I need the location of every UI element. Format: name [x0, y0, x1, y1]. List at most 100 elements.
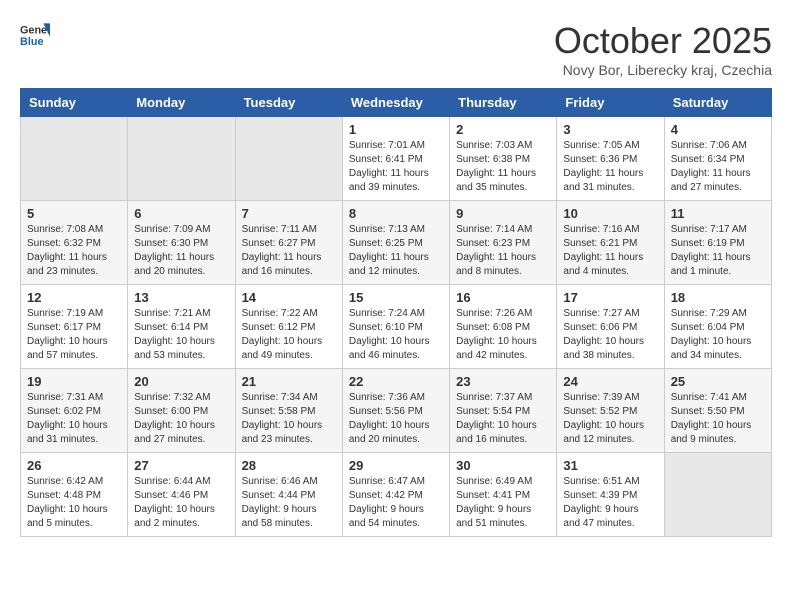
day-info: Sunrise: 7:31 AM Sunset: 6:02 PM Dayligh…: [27, 391, 121, 447]
logo: General Blue: [20, 20, 50, 50]
day-number: 27: [134, 458, 228, 473]
day-info: Sunrise: 7:11 AM Sunset: 6:27 PM Dayligh…: [242, 223, 336, 279]
day-header-friday: Friday: [557, 89, 664, 117]
day-info: Sunrise: 7:24 AM Sunset: 6:10 PM Dayligh…: [349, 307, 443, 363]
day-info: Sunrise: 7:27 AM Sunset: 6:06 PM Dayligh…: [563, 307, 657, 363]
day-info: Sunrise: 7:21 AM Sunset: 6:14 PM Dayligh…: [134, 307, 228, 363]
calendar-week-row: 1Sunrise: 7:01 AM Sunset: 6:41 PM Daylig…: [21, 117, 772, 201]
calendar-cell: 21Sunrise: 7:34 AM Sunset: 5:58 PM Dayli…: [235, 369, 342, 453]
calendar-cell: 19 Sunrise: 7:31 AM Sunset: 6:02 PM Dayli…: [21, 369, 128, 453]
day-info: Sunrise: 7:34 AM Sunset: 5:58 PM Dayligh…: [242, 391, 336, 447]
day-number: 5: [27, 206, 121, 221]
day-number: 19: [27, 374, 121, 389]
day-info: Sunrise: 7:19 AM Sunset: 6:17 PM Dayligh…: [27, 307, 121, 363]
calendar-cell: 12 Sunrise: 7:19 AM Sunset: 6:17 PM Dayli…: [21, 285, 128, 369]
day-info: Sunrise: 7:29 AM Sunset: 6:04 PM Dayligh…: [671, 307, 765, 363]
day-info: Sunrise: 6:47 AM Sunset: 4:42 PM Dayligh…: [349, 475, 443, 531]
calendar-cell: 23 Sunrise: 7:37 AM Sunset: 5:54 PM Dayli…: [450, 369, 557, 453]
day-number: 12: [27, 290, 121, 305]
calendar-cell: 2 Sunrise: 7:03 AM Sunset: 6:38 PM Daylig…: [450, 117, 557, 201]
day-number: 8: [349, 206, 443, 221]
day-number: 4: [671, 122, 765, 137]
day-header-monday: Monday: [128, 89, 235, 117]
calendar-cell: 31 Sunrise: 6:51 AM Sunset: 4:39 PM Dayli…: [557, 453, 664, 537]
day-number: 18: [671, 290, 765, 305]
day-number: 31: [563, 458, 657, 473]
day-info: Sunrise: 7:03 AM Sunset: 6:38 PM Dayligh…: [456, 139, 550, 195]
calendar-week-row: 26 Sunrise: 6:42 AM Sunset: 4:48 PM Dayli…: [21, 453, 772, 537]
day-number: 14: [242, 290, 336, 305]
day-info: Sunrise: 7:39 AM Sunset: 5:52 PM Dayligh…: [563, 391, 657, 447]
calendar-cell: 18 Sunrise: 7:29 AM Sunset: 6:04 PM Dayli…: [664, 285, 771, 369]
calendar-cell: 13 Sunrise: 7:21 AM Sunset: 6:14 PM Dayli…: [128, 285, 235, 369]
calendar-cell: 25Sunrise: 7:41 AM Sunset: 5:50 PM Dayli…: [664, 369, 771, 453]
day-number: 7: [242, 206, 336, 221]
day-info: Sunrise: 6:44 AM Sunset: 4:46 PM Dayligh…: [134, 475, 228, 531]
calendar-week-row: 19 Sunrise: 7:31 AM Sunset: 6:02 PM Dayli…: [21, 369, 772, 453]
day-info: Sunrise: 7:22 AM Sunset: 6:12 PM Dayligh…: [242, 307, 336, 363]
day-info: Sunrise: 7:09 AM Sunset: 6:30 PM Dayligh…: [134, 223, 228, 279]
day-info: Sunrise: 7:17 AM Sunset: 6:19 PM Dayligh…: [671, 223, 765, 279]
day-number: 28: [242, 458, 336, 473]
calendar-cell: [664, 453, 771, 537]
calendar-cell: 22 Sunrise: 7:36 AM Sunset: 5:56 PM Dayli…: [342, 369, 449, 453]
day-number: 20: [134, 374, 228, 389]
calendar-table: SundayMondayTuesdayWednesdayThursdayFrid…: [20, 88, 772, 537]
day-info: Sunrise: 7:05 AM Sunset: 6:36 PM Dayligh…: [563, 139, 657, 195]
calendar-cell: 17 Sunrise: 7:27 AM Sunset: 6:06 PM Dayli…: [557, 285, 664, 369]
day-info: Sunrise: 7:14 AM Sunset: 6:23 PM Dayligh…: [456, 223, 550, 279]
day-number: 22: [349, 374, 443, 389]
calendar-cell: 1Sunrise: 7:01 AM Sunset: 6:41 PM Daylig…: [342, 117, 449, 201]
calendar-cell: 11Sunrise: 7:17 AM Sunset: 6:19 PM Dayli…: [664, 201, 771, 285]
calendar-cell: 4Sunrise: 7:06 AM Sunset: 6:34 PM Daylig…: [664, 117, 771, 201]
location-subtitle: Novy Bor, Liberecky kraj, Czechia: [554, 62, 772, 78]
calendar-cell: [21, 117, 128, 201]
calendar-cell: 16 Sunrise: 7:26 AM Sunset: 6:08 PM Dayli…: [450, 285, 557, 369]
day-info: Sunrise: 7:08 AM Sunset: 6:32 PM Dayligh…: [27, 223, 121, 279]
day-number: 10: [563, 206, 657, 221]
calendar-cell: 28 Sunrise: 6:46 AM Sunset: 4:44 PM Dayli…: [235, 453, 342, 537]
calendar-cell: 15 Sunrise: 7:24 AM Sunset: 6:10 PM Dayli…: [342, 285, 449, 369]
day-number: 13: [134, 290, 228, 305]
calendar-cell: 10 Sunrise: 7:16 AM Sunset: 6:21 PM Dayli…: [557, 201, 664, 285]
calendar-cell: 24 Sunrise: 7:39 AM Sunset: 5:52 PM Dayli…: [557, 369, 664, 453]
day-info: Sunrise: 7:26 AM Sunset: 6:08 PM Dayligh…: [456, 307, 550, 363]
day-number: 6: [134, 206, 228, 221]
day-number: 2: [456, 122, 550, 137]
day-number: 29: [349, 458, 443, 473]
calendar-cell: 20Sunrise: 7:32 AM Sunset: 6:00 PM Dayli…: [128, 369, 235, 453]
day-number: 26: [27, 458, 121, 473]
calendar-cell: 5 Sunrise: 7:08 AM Sunset: 6:32 PM Daylig…: [21, 201, 128, 285]
page-header: General Blue October 2025 Novy Bor, Libe…: [20, 20, 772, 78]
calendar-cell: 3 Sunrise: 7:05 AM Sunset: 6:36 PM Daylig…: [557, 117, 664, 201]
calendar-week-row: 12 Sunrise: 7:19 AM Sunset: 6:17 PM Dayli…: [21, 285, 772, 369]
day-info: Sunrise: 6:51 AM Sunset: 4:39 PM Dayligh…: [563, 475, 657, 531]
calendar-cell: 7 Sunrise: 7:11 AM Sunset: 6:27 PM Daylig…: [235, 201, 342, 285]
day-number: 30: [456, 458, 550, 473]
calendar-week-row: 5 Sunrise: 7:08 AM Sunset: 6:32 PM Daylig…: [21, 201, 772, 285]
day-header-tuesday: Tuesday: [235, 89, 342, 117]
calendar-cell: 6 Sunrise: 7:09 AM Sunset: 6:30 PM Daylig…: [128, 201, 235, 285]
calendar-cell: [235, 117, 342, 201]
day-info: Sunrise: 6:46 AM Sunset: 4:44 PM Dayligh…: [242, 475, 336, 531]
day-number: 17: [563, 290, 657, 305]
day-number: 9: [456, 206, 550, 221]
day-number: 23: [456, 374, 550, 389]
day-header-wednesday: Wednesday: [342, 89, 449, 117]
calendar-cell: 14 Sunrise: 7:22 AM Sunset: 6:12 PM Dayli…: [235, 285, 342, 369]
day-info: Sunrise: 7:37 AM Sunset: 5:54 PM Dayligh…: [456, 391, 550, 447]
day-info: Sunrise: 6:42 AM Sunset: 4:48 PM Dayligh…: [27, 475, 121, 531]
day-info: Sunrise: 7:01 AM Sunset: 6:41 PM Dayligh…: [349, 139, 443, 195]
day-number: 24: [563, 374, 657, 389]
calendar-header-row: SundayMondayTuesdayWednesdayThursdayFrid…: [21, 89, 772, 117]
day-info: Sunrise: 7:36 AM Sunset: 5:56 PM Dayligh…: [349, 391, 443, 447]
day-number: 15: [349, 290, 443, 305]
day-info: Sunrise: 7:16 AM Sunset: 6:21 PM Dayligh…: [563, 223, 657, 279]
calendar-cell: 9 Sunrise: 7:14 AM Sunset: 6:23 PM Daylig…: [450, 201, 557, 285]
day-number: 3: [563, 122, 657, 137]
calendar-cell: 26 Sunrise: 6:42 AM Sunset: 4:48 PM Dayli…: [21, 453, 128, 537]
day-info: Sunrise: 7:13 AM Sunset: 6:25 PM Dayligh…: [349, 223, 443, 279]
calendar-cell: 30Sunrise: 6:49 AM Sunset: 4:41 PM Dayli…: [450, 453, 557, 537]
day-number: 16: [456, 290, 550, 305]
day-header-saturday: Saturday: [664, 89, 771, 117]
